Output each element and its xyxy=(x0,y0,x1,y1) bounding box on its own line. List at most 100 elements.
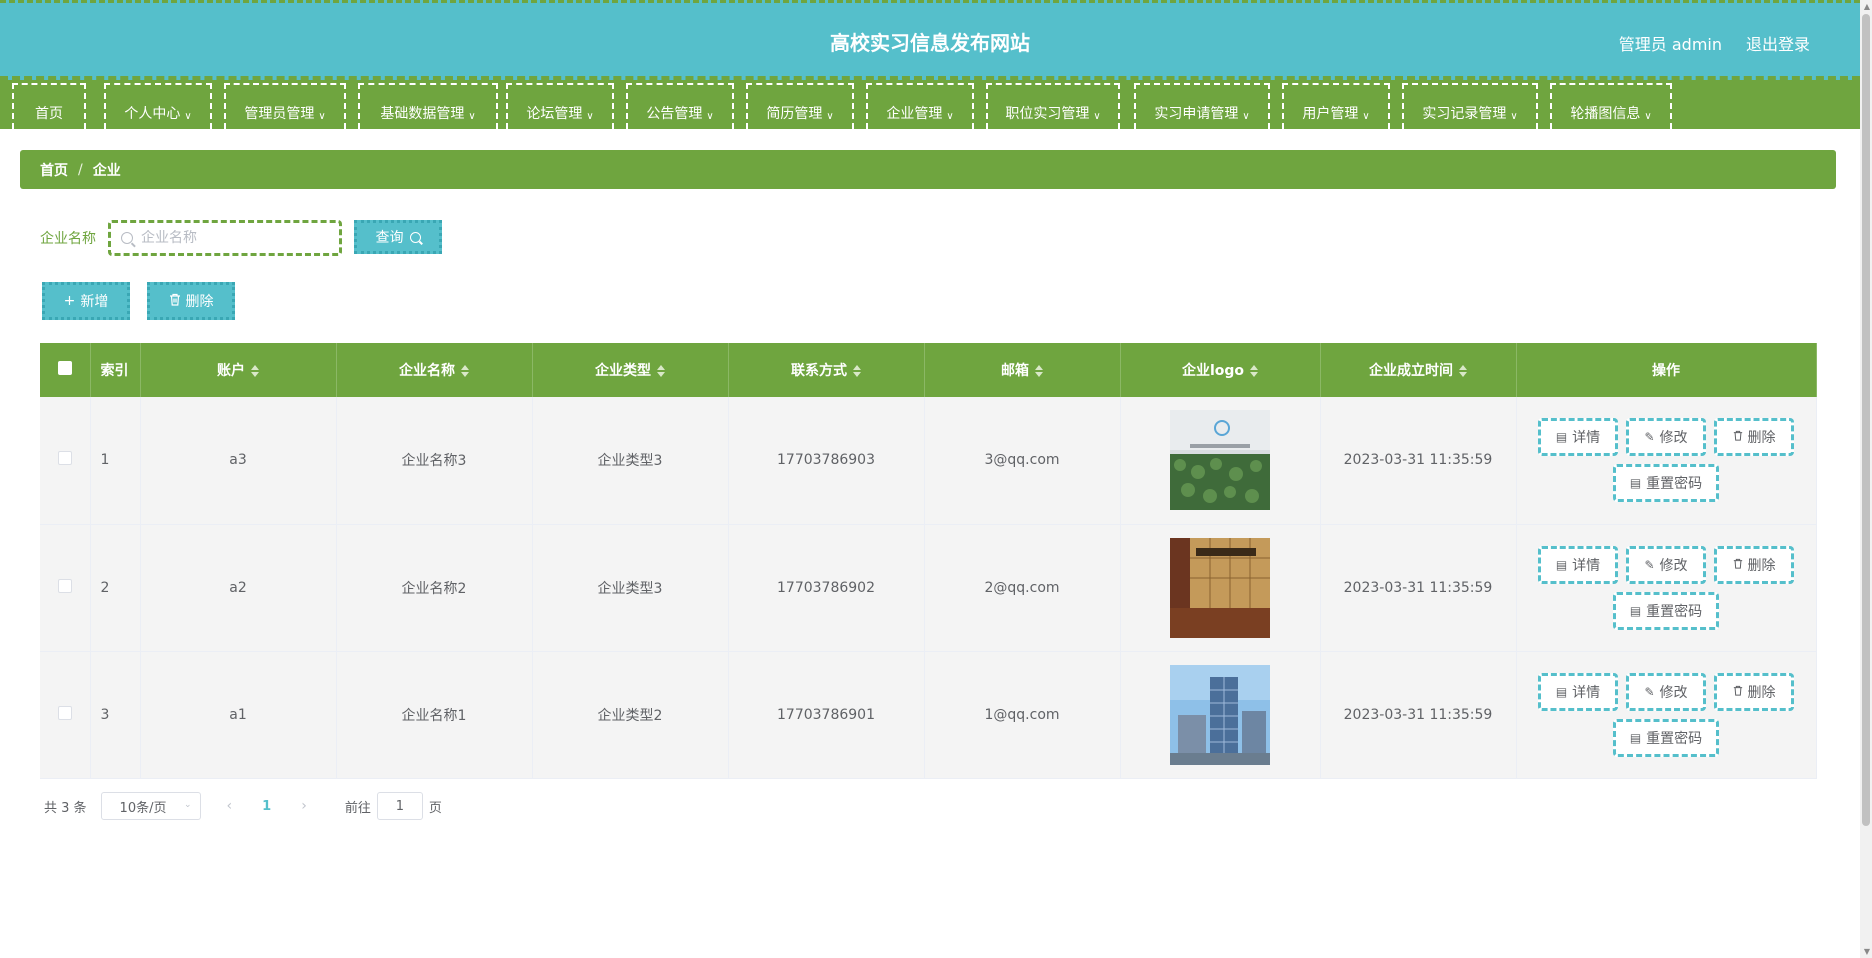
cell-index: 3 xyxy=(90,651,141,779)
company-logo-image[interactable] xyxy=(1170,664,1270,765)
breadcrumb-home[interactable]: 首页 xyxy=(40,160,68,180)
delete-button[interactable]: 删除 xyxy=(1714,418,1794,457)
nav-item-4[interactable]: 基础数据管理 ∨ xyxy=(358,83,498,129)
nav-item-5[interactable]: 论坛管理 ∨ xyxy=(506,83,614,129)
col-phone[interactable]: 联系方式 xyxy=(728,343,925,397)
query-button-label: 查询 xyxy=(375,230,404,246)
search-input[interactable] xyxy=(141,230,331,246)
nav-item-3[interactable]: 管理员管理 ∨ xyxy=(224,83,346,129)
page-size-value: 10条/页 xyxy=(119,800,167,816)
edit-button-label: 修改 xyxy=(1659,430,1688,447)
company-logo-image[interactable] xyxy=(1170,537,1270,638)
sort-icon[interactable] xyxy=(1459,365,1467,377)
nav-item-8[interactable]: 企业管理 ∨ xyxy=(866,83,974,129)
chevron-down-icon: ∨ xyxy=(826,111,834,122)
delete-button-label: 删除 xyxy=(1747,430,1776,447)
pagination: 共 3 条 10条/页 ⌄ ‹ 1 › 前往 页 xyxy=(44,792,442,820)
cell-logo xyxy=(1120,651,1321,779)
scroll-up-icon[interactable]: ▲ xyxy=(1864,2,1870,11)
nav-item-label: 论坛管理 xyxy=(526,106,583,122)
query-button[interactable]: 查询 xyxy=(354,220,442,254)
nav-item-11[interactable]: 用户管理 ∨ xyxy=(1282,83,1390,129)
goto-page-input[interactable] xyxy=(376,792,423,820)
nav-item-2[interactable]: 个人中心 ∨ xyxy=(104,83,212,129)
document-icon: ▤ xyxy=(1629,603,1642,618)
cell-actions: ▤ 详情 ✎ 修改 删除 ▤ 重置密码 xyxy=(1516,524,1817,652)
cell-type: 企业类型2 xyxy=(532,651,729,779)
col-name[interactable]: 企业名称 xyxy=(336,343,533,397)
reset-password-button[interactable]: ▤ 重置密码 xyxy=(1613,591,1719,630)
col-name-label: 企业名称 xyxy=(399,363,455,379)
detail-button[interactable]: ▤ 详情 xyxy=(1538,545,1618,584)
page-scrollbar[interactable]: ▲ ▼ xyxy=(1860,0,1872,958)
delete-button[interactable]: 删除 xyxy=(1714,545,1794,584)
sort-icon[interactable] xyxy=(657,365,665,377)
edit-button[interactable]: ✎ 修改 xyxy=(1626,672,1706,711)
row-checkbox-cell[interactable] xyxy=(40,397,91,525)
col-founded[interactable]: 企业成立时间 xyxy=(1320,343,1517,397)
add-button-label: 新增 xyxy=(80,294,109,310)
sort-icon[interactable] xyxy=(251,365,259,377)
scroll-down-icon[interactable]: ▼ xyxy=(1864,947,1870,956)
pencil-icon: ✎ xyxy=(1644,557,1655,572)
nav-item-label: 实习记录管理 xyxy=(1422,106,1507,122)
table-row[interactable]: 1 a3 企业名称3 企业类型3 17703786903 3@qq.com 2023-03-… xyxy=(40,397,1817,525)
sort-icon[interactable] xyxy=(1035,365,1043,377)
nav-item-label: 个人中心 xyxy=(124,106,181,122)
sort-icon[interactable] xyxy=(461,365,469,377)
cell-email: 1@qq.com xyxy=(924,651,1121,779)
col-account[interactable]: 账户 xyxy=(140,343,337,397)
logout-button[interactable]: 退出登录 xyxy=(1746,31,1810,55)
nav-item-12[interactable]: 实习记录管理 ∨ xyxy=(1402,83,1538,129)
cell-founded: 2023-03-31 11:35:59 xyxy=(1320,524,1517,652)
scrollbar-thumb[interactable] xyxy=(1862,14,1870,826)
nav-item-6[interactable]: 公告管理 ∨ xyxy=(626,83,734,129)
company-logo-image[interactable] xyxy=(1170,410,1270,511)
col-actions: 操作 xyxy=(1516,343,1817,397)
detail-button-label: 详情 xyxy=(1572,684,1601,701)
row-checkbox[interactable] xyxy=(57,578,72,593)
row-checkbox[interactable] xyxy=(57,451,72,466)
col-email[interactable]: 邮箱 xyxy=(924,343,1121,397)
nav-item-10[interactable]: 实习申请管理 ∨ xyxy=(1134,83,1270,129)
select-all-checkbox[interactable] xyxy=(57,361,72,375)
prev-page-icon[interactable]: ‹ xyxy=(227,798,233,814)
detail-button[interactable]: ▤ 详情 xyxy=(1538,672,1618,711)
detail-button[interactable]: ▤ 详情 xyxy=(1538,418,1618,457)
document-icon: ▤ xyxy=(1629,476,1642,491)
table-row[interactable]: 3 a1 企业名称1 企业类型2 17703786901 1@qq.com 2023-03-… xyxy=(40,651,1817,779)
row-checkbox-cell[interactable] xyxy=(40,651,91,779)
col-logo[interactable]: 企业logo xyxy=(1120,343,1321,397)
edit-button[interactable]: ✎ 修改 xyxy=(1626,418,1706,457)
reset-password-button[interactable]: ▤ 重置密码 xyxy=(1613,718,1719,757)
pencil-icon: ✎ xyxy=(1644,430,1655,445)
row-checkbox-cell[interactable] xyxy=(40,524,91,652)
nav-item-1[interactable]: 首页 xyxy=(12,83,86,129)
row-checkbox[interactable] xyxy=(57,705,72,720)
sort-icon[interactable] xyxy=(853,365,861,377)
select-all-checkbox-cell[interactable] xyxy=(40,343,91,397)
delete-button[interactable]: 删除 xyxy=(1714,672,1794,711)
batch-delete-button[interactable]: 删除 xyxy=(147,282,235,320)
document-icon: ▤ xyxy=(1555,557,1568,572)
search-label: 企业名称 xyxy=(40,231,96,247)
nav-item-13[interactable]: 轮播图信息 ∨ xyxy=(1550,83,1672,129)
nav-item-7[interactable]: 简历管理 ∨ xyxy=(746,83,854,129)
col-type[interactable]: 企业类型 xyxy=(532,343,729,397)
trash-icon xyxy=(1733,430,1743,444)
admin-user-label: 管理员 admin xyxy=(1618,35,1722,54)
cell-type: 企业类型3 xyxy=(532,397,729,525)
chevron-down-icon: ∨ xyxy=(1242,111,1250,122)
page-size-select[interactable]: 10条/页 ⌄ xyxy=(100,792,201,820)
search-field[interactable] xyxy=(108,220,342,256)
table-row[interactable]: 2 a2 企业名称2 企业类型3 17703786902 2@qq.com 2023-03-… xyxy=(40,524,1817,652)
cell-account: a1 xyxy=(140,651,337,779)
edit-button[interactable]: ✎ 修改 xyxy=(1626,545,1706,584)
reset-password-button[interactable]: ▤ 重置密码 xyxy=(1613,464,1719,503)
add-button[interactable]: + 新增 xyxy=(42,282,130,320)
sort-icon[interactable] xyxy=(1250,365,1259,377)
document-icon: ▤ xyxy=(1555,684,1568,699)
next-page-icon[interactable]: › xyxy=(301,798,307,814)
page-number-current[interactable]: 1 xyxy=(262,799,271,814)
nav-item-9[interactable]: 职位实习管理 ∨ xyxy=(986,83,1120,129)
